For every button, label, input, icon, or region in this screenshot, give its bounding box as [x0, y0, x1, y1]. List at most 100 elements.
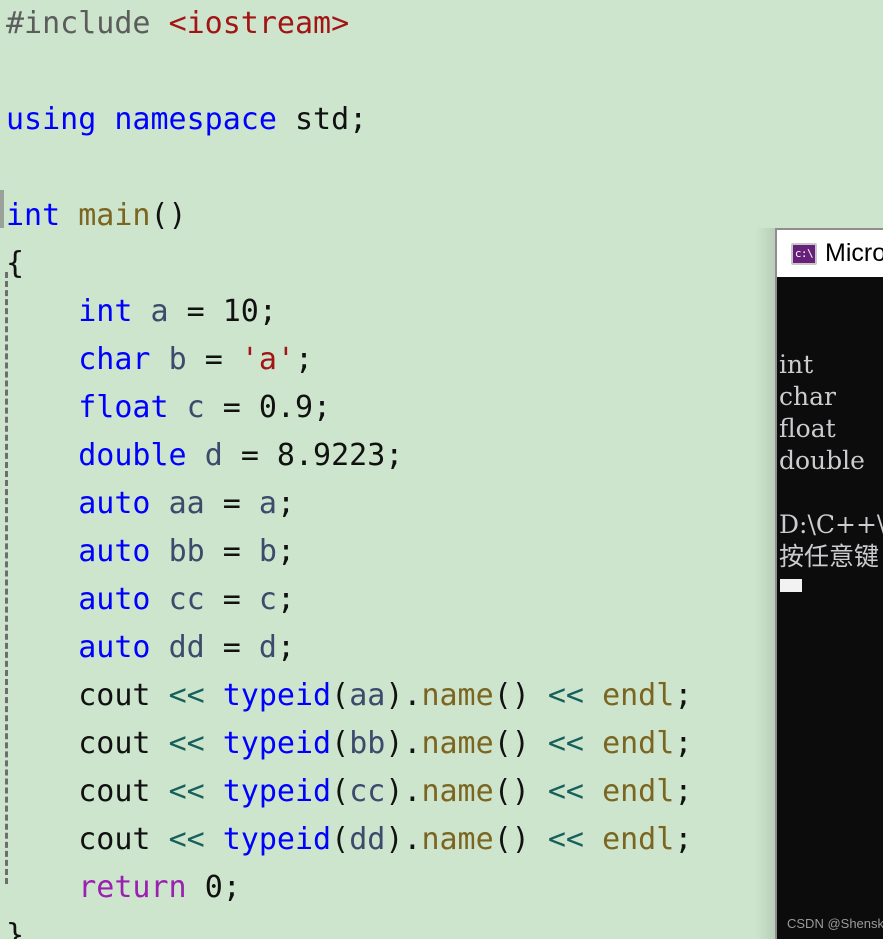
code-token: typeid [222, 774, 332, 809]
code-token: << [547, 822, 603, 857]
code-token: c [258, 582, 277, 617]
code-token: #include [6, 6, 169, 41]
code-line[interactable]: auto dd = d; [0, 624, 692, 672]
code-line[interactable]: float c = 0.9; [0, 384, 692, 432]
console-text-cursor [780, 579, 802, 592]
code-token: aa [168, 486, 223, 521]
code-line[interactable]: cout << typeid(dd).name() << endl; [0, 816, 692, 864]
code-token: return [78, 870, 205, 905]
code-token: std; [294, 102, 368, 137]
code-token: endl [602, 678, 675, 713]
code-token: cout [78, 726, 169, 761]
code-token: ). [385, 678, 422, 713]
code-line[interactable]: #include <iostream> [0, 0, 692, 48]
code-line[interactable]: int main() [0, 192, 692, 240]
code-token: = [204, 342, 241, 377]
code-token: dd [349, 822, 386, 857]
code-token: () [150, 198, 187, 233]
code-token: << [168, 774, 223, 809]
code-token: bb [168, 534, 223, 569]
code-line[interactable] [0, 48, 692, 96]
console-output-area[interactable]: int char float double D:\C++\ 按任意键 [777, 277, 883, 939]
code-token: cc [349, 774, 386, 809]
console-title-text: Micro [825, 239, 883, 267]
code-line[interactable]: int a = 10; [0, 288, 692, 336]
command-prompt-icon: c:\ [791, 242, 817, 265]
code-token: bb [349, 726, 386, 761]
code-token: << [168, 678, 223, 713]
watermark-label: CSDN @Shensk [787, 916, 883, 931]
code-token: ( [331, 822, 350, 857]
code-token: 0; [204, 870, 241, 905]
code-line[interactable]: } [0, 912, 692, 939]
code-token: ; [295, 342, 314, 377]
code-token: cout [78, 774, 169, 809]
code-line[interactable]: return 0; [0, 864, 692, 912]
code-token: ; [674, 774, 693, 809]
code-token: = [222, 534, 259, 569]
code-token: 'a' [240, 342, 295, 377]
console-output-line: double [779, 446, 865, 475]
code-token: typeid [222, 822, 332, 857]
code-token: ; [674, 822, 693, 857]
code-line[interactable]: cout << typeid(cc).name() << endl; [0, 768, 692, 816]
code-token: = 10; [186, 294, 277, 329]
code-token: } [6, 918, 25, 939]
code-token: () [493, 678, 548, 713]
code-line-list: #include <iostream> using namespace std;… [0, 0, 692, 939]
code-line[interactable]: char b = 'a'; [0, 336, 692, 384]
code-line[interactable]: cout << typeid(bb).name() << endl; [0, 720, 692, 768]
code-token: auto [78, 630, 169, 665]
code-token: ; [276, 486, 295, 521]
code-token: cout [78, 678, 169, 713]
code-token: ; [276, 630, 295, 665]
code-line[interactable]: auto aa = a; [0, 480, 692, 528]
code-token: () [493, 774, 548, 809]
code-token: name [421, 774, 494, 809]
code-token: <iostream> [168, 6, 350, 41]
code-token: using namespace [6, 102, 295, 137]
code-token: int [78, 294, 151, 329]
code-token: name [421, 822, 494, 857]
code-token: int [6, 198, 79, 233]
console-output-line: float [779, 414, 836, 443]
console-output-lines: int char float double D:\C++\ 按任意键 [779, 349, 883, 573]
console-output-line: 按任意键 [779, 542, 880, 571]
code-line[interactable]: double d = 8.9223; [0, 432, 692, 480]
code-line[interactable] [0, 144, 692, 192]
code-token: = [222, 486, 259, 521]
code-line[interactable]: cout << typeid(aa).name() << endl; [0, 672, 692, 720]
code-token: << [547, 774, 603, 809]
code-token: main [78, 198, 151, 233]
code-token: float [78, 390, 187, 425]
code-line[interactable]: { [0, 240, 692, 288]
code-token: name [421, 726, 494, 761]
code-token: = 0.9; [222, 390, 332, 425]
code-token: << [168, 822, 223, 857]
code-token: ; [674, 678, 693, 713]
code-token: ( [331, 774, 350, 809]
console-title-bar[interactable]: c:\ Micro [777, 230, 883, 277]
code-token: typeid [222, 726, 332, 761]
debug-console-window[interactable]: c:\ Micro int char float double D:\C++\ 按任意键 [775, 228, 883, 939]
console-output-line: D:\C++\ [779, 510, 883, 539]
code-token: endl [602, 726, 675, 761]
code-token: d [204, 438, 241, 473]
code-line[interactable]: auto bb = b; [0, 528, 692, 576]
code-line[interactable]: auto cc = c; [0, 576, 692, 624]
code-editor[interactable]: #include <iostream> using namespace std;… [0, 0, 883, 939]
code-token: auto [78, 534, 169, 569]
code-line[interactable]: using namespace std; [0, 96, 692, 144]
code-token: b [258, 534, 277, 569]
code-token: endl [602, 774, 675, 809]
code-token: cout [78, 822, 169, 857]
code-token: { [6, 246, 25, 281]
